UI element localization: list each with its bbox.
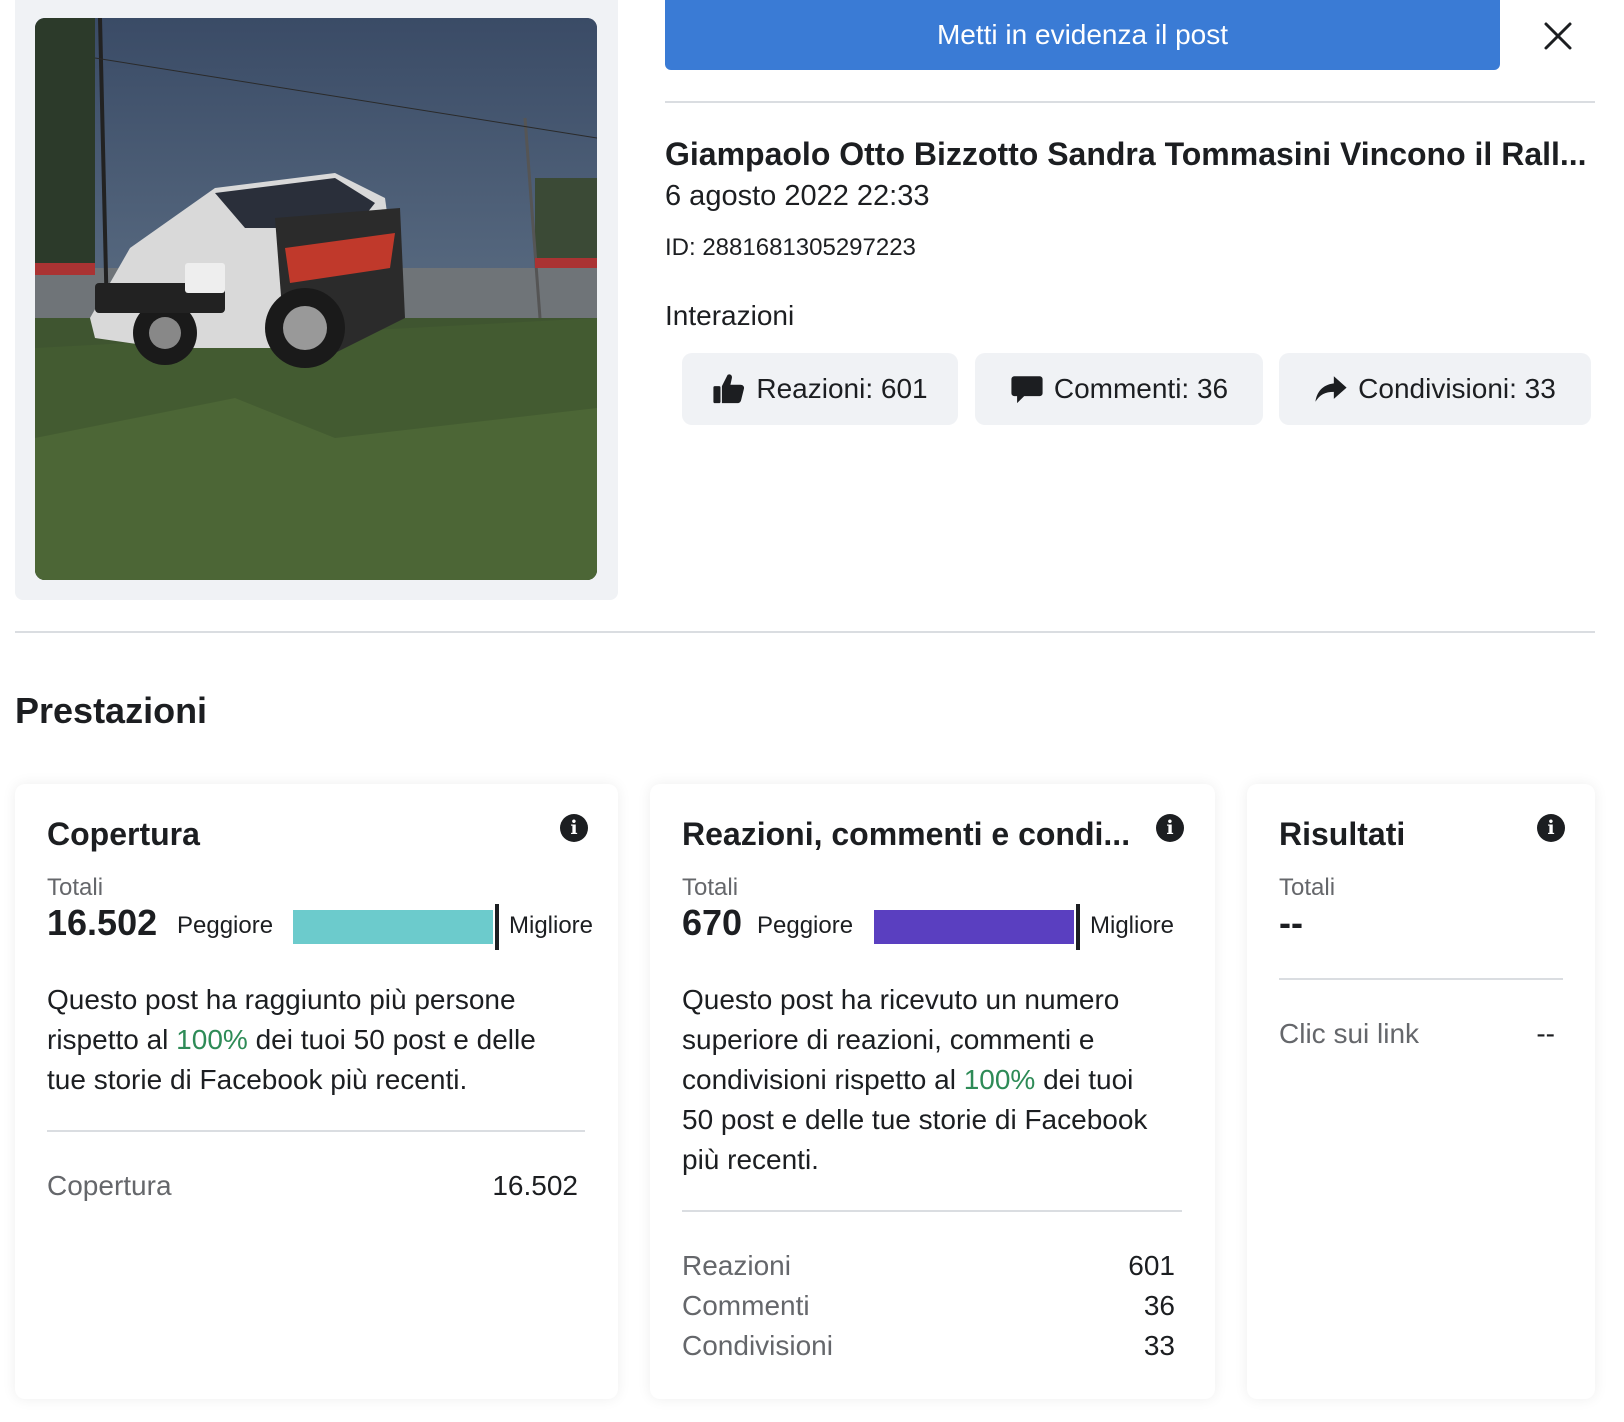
comments-chip[interactable]: Commenti: 36 [975, 353, 1263, 425]
results-card-title: Risultati [1279, 816, 1406, 852]
engagement-description: Questo post ha ricevuto un numero superi… [682, 984, 1148, 1175]
engagement-row-value: 601 [1128, 1250, 1175, 1281]
comments-chip-label: Commenti: 36 [1053, 373, 1229, 404]
comment-bubble-icon [1011, 376, 1043, 404]
reach-totals-label: Totali [47, 874, 104, 901]
engagement-row-value: 36 [1143, 1290, 1175, 1321]
reach-description: Questo post ha raggiunto più persone ris… [47, 984, 536, 1095]
close-icon[interactable] [1536, 14, 1580, 58]
share-arrow-icon [1315, 376, 1347, 402]
reactions-chip[interactable]: Reazioni: 601 [682, 353, 958, 425]
reach-row-value: 16.502 [492, 1170, 578, 1201]
info-icon[interactable]: i [1156, 814, 1184, 842]
thumbs-up-icon [713, 374, 745, 404]
divider [682, 1210, 1182, 1212]
divider [47, 1130, 585, 1132]
results-row-label: Clic sui link [1279, 1018, 1420, 1049]
boost-post-button[interactable]: Metti in evidenza il post [665, 0, 1500, 70]
rally-car-photo [35, 18, 597, 580]
reach-comparison-bar [293, 910, 493, 944]
engagement-row-label: Condivisioni [682, 1330, 833, 1361]
divider [1279, 978, 1563, 980]
engagement-comparison-bar [874, 910, 1074, 944]
reach-better-label: Migliore [509, 912, 594, 939]
performance-heading: Prestazioni [15, 690, 208, 731]
engagement-better-label: Migliore [1090, 912, 1175, 939]
post-title: Giampaolo Otto Bizzotto Sandra Tommasini… [665, 136, 1587, 172]
engagement-row-value: 33 [1143, 1330, 1175, 1361]
engagement-totals-label: Totali [682, 874, 739, 901]
reach-worse-label: Peggiore [177, 912, 274, 939]
divider [665, 101, 1595, 103]
info-icon[interactable]: i [560, 814, 588, 842]
results-total-value: -- [1279, 902, 1303, 943]
interactions-heading: Interazioni [665, 300, 795, 331]
section-divider [15, 631, 1595, 633]
reach-total-value: 16.502 [47, 902, 158, 943]
engagement-card: Reazioni, commenti e condi... i Totali 6… [650, 784, 1215, 1399]
reach-row-label: Copertura [47, 1170, 172, 1201]
engagement-row-label: Commenti [682, 1290, 810, 1321]
post-image[interactable] [35, 18, 597, 580]
reach-card-title: Copertura [47, 816, 200, 852]
reach-card: Copertura i Totali 16.502 Peggiore Migli… [15, 784, 618, 1399]
engagement-worse-label: Peggiore [757, 912, 854, 939]
post-date: 6 agosto 2022 22:33 [665, 180, 930, 212]
reactions-chip-label: Reazioni: 601 [756, 373, 928, 404]
post-id: ID: 2881681305297223 [665, 234, 916, 261]
engagement-total-value: 670 [682, 902, 743, 943]
engagement-best-marker [1076, 904, 1080, 950]
engagement-row-label: Reazioni [682, 1250, 791, 1281]
results-card: Risultati i Totali -- Clic sui link -- [1247, 784, 1595, 1399]
results-totals-label: Totali [1279, 874, 1336, 901]
results-row-value: -- [1536, 1018, 1555, 1049]
reach-best-marker [495, 904, 499, 950]
engagement-card-title: Reazioni, commenti e condi... [682, 816, 1131, 852]
shares-chip-label: Condivisioni: 33 [1358, 373, 1556, 404]
shares-chip[interactable]: Condivisioni: 33 [1279, 353, 1591, 425]
info-icon[interactable]: i [1537, 814, 1565, 842]
